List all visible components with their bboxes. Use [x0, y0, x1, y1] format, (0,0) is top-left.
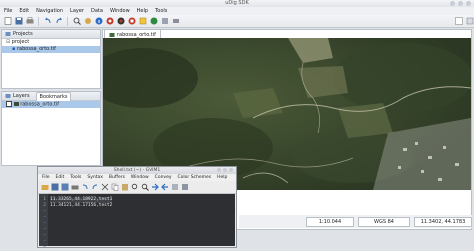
settings-icon[interactable] — [160, 17, 169, 26]
open-icon[interactable] — [41, 183, 49, 191]
refresh-icon[interactable] — [138, 17, 147, 26]
tab-bookmarks[interactable]: Bookmarks — [35, 91, 72, 101]
scale-field[interactable]: 1:10.044 — [306, 216, 354, 227]
toolbar-separator — [38, 16, 39, 26]
print-icon[interactable] — [71, 183, 79, 191]
save-icon[interactable] — [14, 17, 23, 26]
coordinate-readout: 11.3402, 44.1783 — [414, 216, 472, 227]
select-icon[interactable] — [105, 17, 114, 26]
project-item-label: project — [11, 39, 30, 45]
menu-layer[interactable]: Layer — [70, 8, 84, 14]
copy-icon[interactable] — [111, 183, 119, 191]
status-bar: 1:10.044 WGS 84 11.3402, 44.1783 — [239, 215, 472, 228]
window-title: uDig SDK — [225, 0, 249, 6]
help-icon[interactable] — [171, 17, 180, 26]
measure-icon[interactable] — [149, 17, 158, 26]
tab-layers[interactable]: Layers — [13, 93, 30, 99]
editor-menu-bar: File Edit Tools Syntax Buffers Window Co… — [38, 174, 236, 181]
project-map-item[interactable]: ▪ rabossa_orto.tif — [2, 46, 100, 53]
map-icon: ▪ — [12, 46, 16, 52]
raster-icon — [13, 102, 19, 106]
find-icon[interactable] — [131, 183, 139, 191]
editor-text-area[interactable]: 1 2 ~ ~ ~ ~ ~ ~ ~ 11.33265,44.18922,test… — [39, 194, 235, 250]
menu-window[interactable]: Window — [110, 8, 130, 14]
editor-menu-edit[interactable]: Edit — [56, 174, 65, 181]
tree-expand-icon[interactable]: ⊟ — [6, 39, 10, 45]
main-toolbar — [0, 15, 474, 28]
paste-icon[interactable] — [121, 183, 129, 191]
layer-item[interactable]: rabossa_orto.tif — [2, 101, 100, 108]
menu-tools[interactable]: Tools — [155, 8, 167, 14]
projects-panel-header: Projects — [2, 30, 100, 39]
project-map-label: rabossa_orto.tif — [16, 46, 56, 52]
editor-maximize-icon[interactable] — [223, 168, 227, 172]
new-icon[interactable] — [3, 17, 12, 26]
edit-icon[interactable] — [116, 17, 125, 26]
editor-menu-color-schemes[interactable]: Color Schemes — [178, 174, 212, 181]
load-session-icon[interactable] — [171, 183, 179, 191]
replace-icon[interactable] — [141, 183, 149, 191]
close-icon[interactable] — [466, 1, 471, 6]
menu-navigation[interactable]: Navigation — [36, 8, 63, 14]
editor-menu-help[interactable]: Help — [217, 174, 227, 181]
editor-code[interactable]: 11.33265,44.18922,test1 11.34121,44.1715… — [50, 197, 113, 209]
map-tab-label: rabossa_orto.tif — [117, 31, 156, 38]
project-tree-root[interactable]: ⊟ project — [2, 39, 100, 46]
save-icon[interactable] — [51, 183, 59, 191]
menu-edit[interactable]: Edit — [19, 8, 29, 14]
redo-icon[interactable] — [54, 17, 63, 26]
map-tab-icon — [109, 32, 115, 37]
cut-icon[interactable] — [101, 183, 109, 191]
editor-menu-buffers[interactable]: Buffers — [109, 174, 125, 181]
save-session-icon[interactable] — [181, 183, 189, 191]
print-icon[interactable] — [25, 17, 34, 26]
projects-panel: Projects ⊟ project ▪ rabossa_orto.tif — [1, 29, 101, 89]
editor-menu-syntax[interactable]: Syntax — [87, 174, 103, 181]
save-all-icon[interactable] — [61, 183, 69, 191]
layers-panel-header: Layers Bookmarks — [2, 91, 100, 101]
editor-menu-convey[interactable]: Convey — [155, 174, 172, 181]
editor-title: Shell.txt (~) - GVIM1 — [113, 168, 161, 173]
zoom-icon[interactable] — [72, 17, 81, 26]
tab-projects[interactable]: Projects — [13, 31, 33, 37]
layers-tab-icon — [5, 94, 11, 98]
toolbar-separator — [67, 16, 68, 26]
maximize-icon[interactable] — [458, 1, 463, 6]
editor-title-bar: Shell.txt (~) - GVIM1 — [38, 167, 236, 174]
arrow-right-icon[interactable] — [151, 183, 159, 191]
undo-icon[interactable] — [81, 183, 89, 191]
layer-label: rabossa_orto.tif — [20, 101, 60, 108]
info-icon[interactable] — [94, 17, 103, 26]
crs-field[interactable]: WGS 84 — [358, 216, 410, 227]
editor-menu-file[interactable]: File — [42, 174, 50, 181]
menu-help[interactable]: Help — [137, 8, 148, 14]
pan-icon[interactable] — [83, 17, 92, 26]
editor-menu-tools[interactable]: Tools — [70, 174, 81, 181]
maximize-view-icon[interactable] — [465, 17, 474, 26]
layer-checkbox[interactable] — [6, 101, 12, 107]
editor-window: Shell.txt (~) - GVIM1 File Edit Tools Sy… — [37, 166, 237, 250]
empty-line-marker: ~ — [43, 245, 46, 250]
minimize-icon[interactable] — [450, 1, 455, 6]
redo-icon[interactable] — [91, 183, 99, 191]
line-number-gutter: 1 2 ~ ~ ~ ~ ~ ~ ~ — [39, 194, 48, 250]
menu-data[interactable]: Data — [91, 8, 103, 14]
perspective-icon[interactable] — [454, 17, 463, 26]
menu-file[interactable]: File — [4, 8, 12, 14]
undo-icon[interactable] — [43, 17, 52, 26]
editor-minimize-icon[interactable] — [217, 168, 221, 172]
code-line[interactable]: 11.34121,44.17156,test2 — [50, 203, 112, 209]
layers-panel: Layers Bookmarks rabossa_orto.tif — [1, 91, 101, 166]
projects-icon — [5, 32, 11, 36]
editor-menu-window[interactable]: Window — [131, 174, 149, 181]
editor-close-icon[interactable] — [229, 168, 233, 172]
layers-icon[interactable] — [127, 17, 136, 26]
editor-toolbar — [38, 181, 236, 194]
arrow-left-icon[interactable] — [161, 183, 169, 191]
menu-bar: File Edit Navigation Layer Data Window H… — [0, 7, 474, 15]
